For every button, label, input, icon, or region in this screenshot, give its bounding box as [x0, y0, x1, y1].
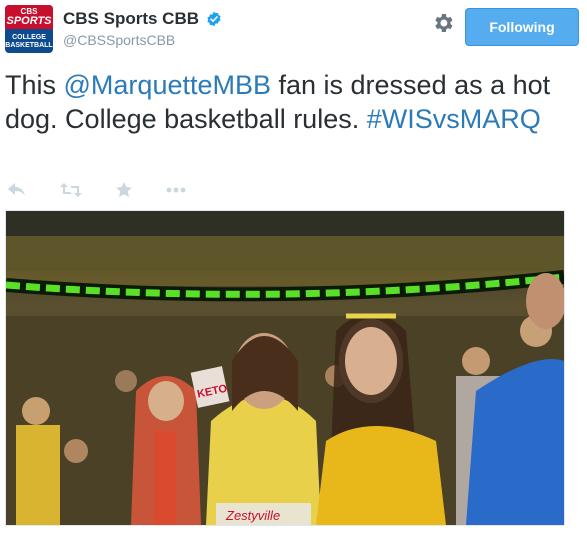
avatar-line2: BASKETBALL — [5, 42, 53, 49]
favorite-icon[interactable] — [116, 182, 132, 198]
tweet-text-before: This — [5, 70, 64, 100]
verified-badge-icon — [207, 11, 222, 27]
tweet-photo[interactable]: KETO Zestyville — [5, 210, 565, 526]
account-fullname[interactable]: CBS Sports CBB — [63, 9, 199, 29]
avatar-line1: COLLEGE — [12, 34, 46, 41]
retweet-icon[interactable] — [60, 183, 82, 197]
avatar[interactable]: CBS SPORTS COLLEGE BASKETBALL — [5, 5, 53, 53]
avatar-sports-text: SPORTS — [6, 14, 52, 27]
avatar-logo-bottom: COLLEGE BASKETBALL — [5, 31, 53, 53]
banner-text: Zestyville — [225, 508, 280, 523]
account-handle[interactable]: @CBSSportsCBB — [63, 32, 222, 48]
tweet-actions — [8, 180, 220, 200]
tweet-header: CBS SPORTS COLLEGE BASKETBALL CBS Sports… — [5, 5, 582, 55]
mention-link[interactable]: @MarquetteMBB — [64, 70, 271, 100]
hashtag-link[interactable]: #WISvsMARQ — [367, 104, 541, 134]
avatar-logo-top: CBS SPORTS — [5, 5, 53, 29]
reply-icon[interactable] — [8, 183, 26, 197]
gear-icon[interactable] — [431, 11, 455, 35]
account-name-block: CBS Sports CBB @CBSSportsCBB — [63, 9, 222, 48]
following-button[interactable]: Following — [465, 8, 579, 46]
crowd-scene-image: KETO Zestyville — [6, 211, 564, 525]
more-icon[interactable] — [166, 187, 186, 193]
tweet-text: This @MarquetteMBB fan is dressed as a h… — [5, 68, 580, 136]
